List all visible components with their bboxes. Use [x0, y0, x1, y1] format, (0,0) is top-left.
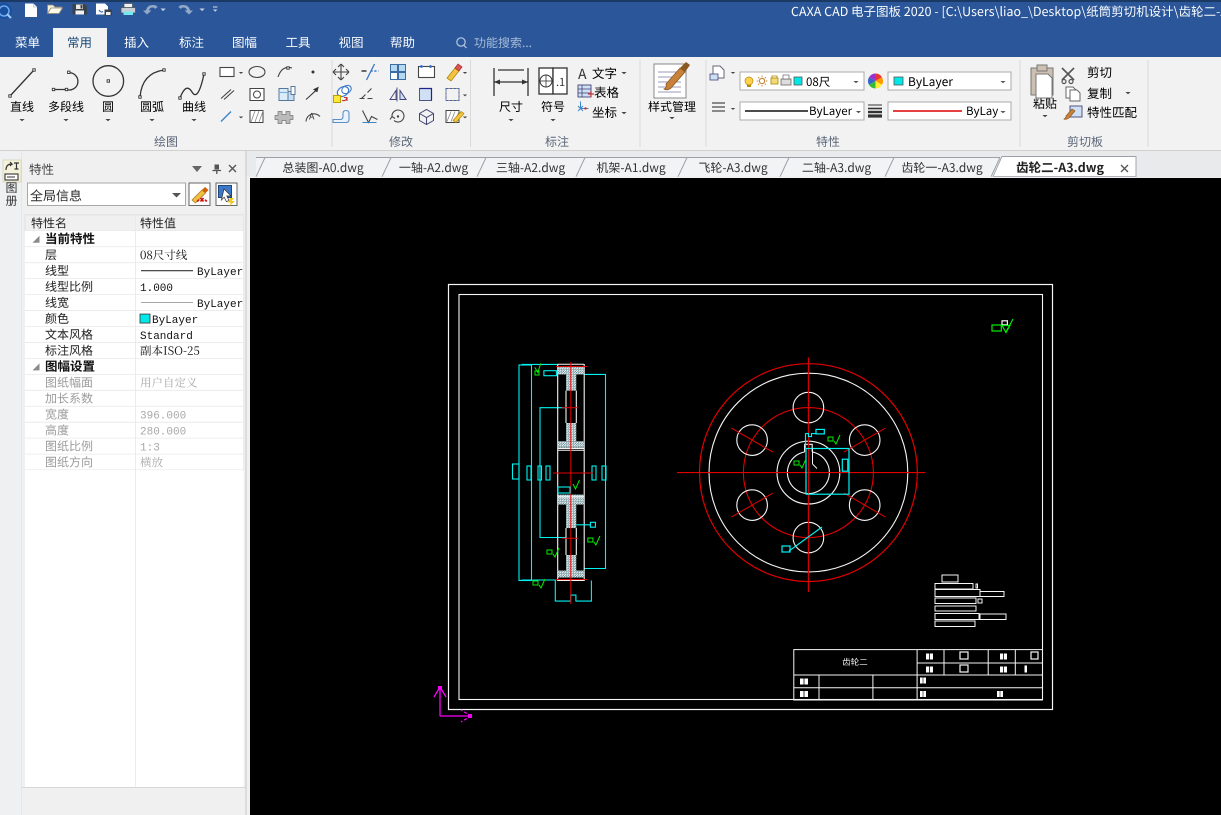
svg-text:Standard: Standard — [140, 331, 193, 343]
svg-text:1.000: 1.000 — [140, 283, 173, 295]
svg-text:396.000: 396.000 — [140, 411, 186, 423]
svg-text:ByLayer: ByLayer — [152, 315, 198, 327]
svg-text:1:3: 1:3 — [140, 442, 160, 454]
svg-text:ByLayer: ByLayer — [197, 267, 243, 279]
svg-text:ByLayer: ByLayer — [197, 299, 243, 311]
svg-text:280.000: 280.000 — [140, 427, 186, 439]
